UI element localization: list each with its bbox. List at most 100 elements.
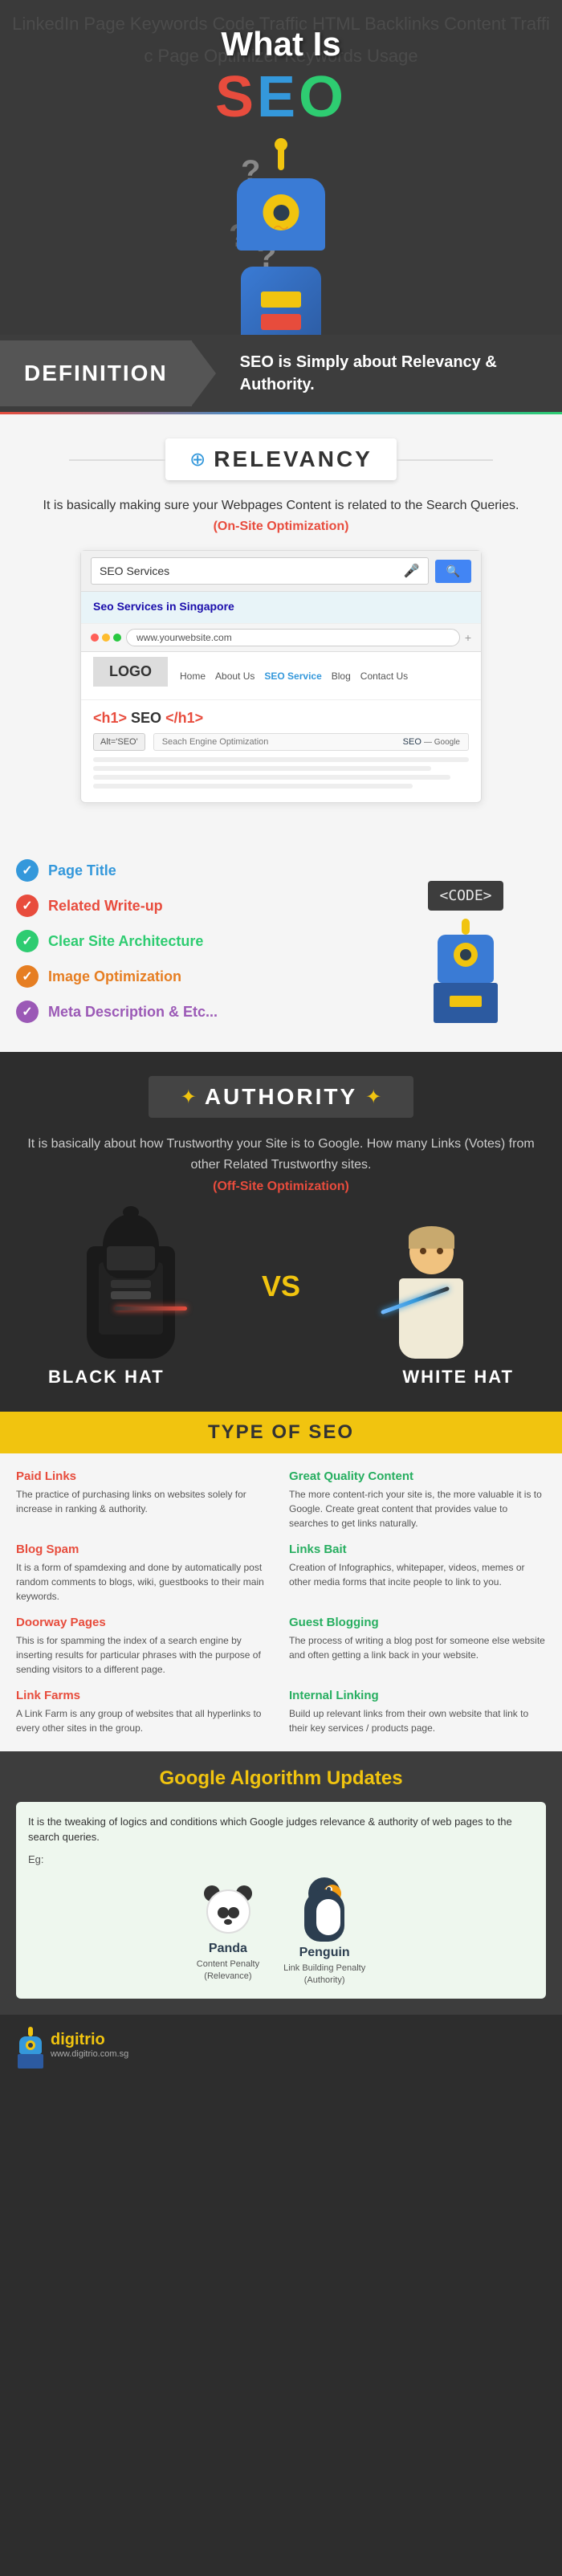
content-line-4	[93, 784, 413, 789]
seo-types-grid: Paid Links The practice of purchasing li…	[16, 1469, 546, 1735]
vs-container: VS	[16, 1214, 546, 1359]
guest-blogging-title: Guest Blogging	[289, 1616, 546, 1629]
url-bar[interactable]: www.yourwebsite.com	[126, 629, 460, 646]
relevancy-section: ⊕ RELEVANCY It is basically making sure …	[0, 414, 562, 843]
seo-type-internal-linking: Internal Linking Build up relevant links…	[289, 1689, 546, 1735]
seo-checklist: Page Title Related Write-up Clear Site A…	[16, 859, 369, 1036]
footer-url: www.digitrio.com.sg	[51, 2049, 128, 2059]
robot-antenna	[278, 146, 284, 170]
check-label-meta: Meta Description & Etc...	[48, 1004, 218, 1021]
maximize-dot	[113, 634, 121, 642]
check-item-5: Meta Description & Etc...	[16, 1001, 369, 1023]
hero-section: LinkedIn Page Keywords Code Traffic HTML…	[0, 0, 562, 335]
nav-about[interactable]: About Us	[215, 670, 255, 682]
definition-label-box: DEFINITION	[0, 340, 192, 406]
search-engine-bar: Seach Engine Optimization SEO — Google	[153, 733, 469, 751]
h1-close: </h1>	[165, 710, 203, 726]
robot-body	[241, 267, 321, 335]
target-icon: ⊕	[189, 448, 206, 471]
check-label-related: Related Write-up	[48, 898, 163, 915]
h1-open: <h1>	[93, 710, 127, 726]
doorway-title: Doorway Pages	[16, 1616, 273, 1629]
close-dot	[91, 634, 99, 642]
penguin-penalty: (Authority)	[283, 1975, 365, 1987]
star-icon-2: ✦	[365, 1086, 381, 1109]
check-item-4: Image Optimization	[16, 965, 369, 988]
black-hat-label: BLACK HAT	[48, 1367, 165, 1388]
blog-spam-desc: It is a form of spamdexing and done by a…	[16, 1560, 273, 1604]
internal-linking-desc: Build up relevant links from their own w…	[289, 1706, 546, 1735]
nav-seo-service[interactable]: SEO Service	[264, 670, 321, 682]
penguin-name: Penguin	[283, 1946, 365, 1960]
google-indicator: — Google	[424, 738, 460, 747]
minimize-dot	[102, 634, 110, 642]
white-hat-side	[316, 1214, 546, 1359]
authority-header: ✦ AUTHORITY ✦	[16, 1076, 546, 1118]
seo-type-link-farms: Link Farms A Link Farm is any group of w…	[16, 1689, 273, 1735]
logo-box: LOGO	[93, 657, 168, 687]
search-bar: SEO Services 🎤 🔍	[81, 551, 481, 592]
alt-tag-box: Alt='SEO'	[93, 733, 145, 751]
search-button[interactable]: 🔍	[435, 560, 471, 583]
definition-label: DEFINITION	[24, 361, 168, 386]
off-site-label: (Off-Site Optimization)	[16, 1180, 546, 1194]
luke-figure	[379, 1214, 483, 1359]
definition-section: DEFINITION SEO is Simply about Relevancy…	[0, 335, 562, 412]
algo-eg-label: Eg:	[28, 1853, 534, 1865]
result-link[interactable]: Seo Services in Singapore	[93, 600, 469, 613]
penguin-example: Penguin Link Building Penalty (Authority…	[283, 1877, 365, 1987]
seo-type-links-bait: Links Bait Creation of Infographics, whi…	[289, 1543, 546, 1604]
penguin-subtitle: Link Building Penalty	[283, 1963, 365, 1975]
code-tag-display: <CODE>	[428, 881, 503, 911]
paid-links-title: Paid Links	[16, 1469, 273, 1483]
panda-nose	[224, 1919, 232, 1925]
robot-head: 〜	[237, 178, 325, 251]
penguin-icon	[300, 1877, 348, 1942]
doorway-desc: This is for spamming the index of a sear…	[16, 1633, 273, 1677]
check-label-page-title: Page Title	[48, 862, 116, 879]
authority-title: AUTHORITY	[205, 1084, 357, 1110]
relevancy-title: RELEVANCY	[214, 446, 373, 472]
authority-section: ✦ AUTHORITY ✦ It is basically about how …	[0, 1052, 562, 1411]
guest-blogging-desc: The process of writing a blog post for s…	[289, 1633, 546, 1662]
nav-contact[interactable]: Contact Us	[360, 670, 408, 682]
nav-home[interactable]: Home	[180, 670, 206, 682]
microphone-icon: 🎤	[404, 563, 420, 579]
type-seo-banner: TYPE OF SEO	[0, 1412, 562, 1453]
content-lines	[93, 757, 469, 789]
panda-penalty: (Relevance)	[197, 1971, 259, 1983]
robot-character: ? ? ? ? 〜	[217, 138, 345, 299]
hat-labels: BLACK HAT WHITE HAT	[16, 1367, 546, 1388]
search-engine-text: Seach Engine Optimization	[162, 737, 269, 747]
code-robot	[426, 919, 506, 1015]
seo-type-doorway: Doorway Pages This is for spamming the i…	[16, 1616, 273, 1677]
robot-mustache: 〜	[273, 215, 289, 238]
link-farms-title: Link Farms	[16, 1689, 273, 1702]
black-hat-side	[16, 1214, 246, 1359]
add-tab-icon[interactable]: +	[465, 631, 471, 644]
relevancy-header: ⊕ RELEVANCY	[16, 438, 546, 480]
nav-blog[interactable]: Blog	[332, 670, 351, 682]
seo-type-blog-spam: Blog Spam It is a form of spamdexing and…	[16, 1543, 273, 1604]
algo-content: It is the tweaking of logics and conditi…	[16, 1802, 546, 1999]
algo-examples: Panda Content Penalty (Relevance) Pengui…	[28, 1869, 534, 1987]
definition-text-box: SEO is Simply about Relevancy & Authorit…	[216, 335, 562, 412]
check-label-clear: Clear Site Architecture	[48, 933, 203, 950]
definition-text: SEO is Simply about Relevancy & Authorit…	[240, 351, 538, 396]
links-bait-desc: Creation of Infographics, whitepaper, vi…	[289, 1560, 546, 1589]
seo-type-guest-blogging: Guest Blogging The process of writing a …	[289, 1616, 546, 1677]
panda-subtitle: Content Penalty	[197, 1958, 259, 1971]
search-input-mock: SEO Services 🎤	[91, 557, 429, 585]
h1-seo-text: SEO	[131, 710, 165, 726]
on-site-label: (On-Site Optimization)	[16, 520, 546, 534]
relevancy-title-box: ⊕ RELEVANCY	[165, 438, 397, 480]
content-line-1	[93, 757, 469, 762]
alt-tag-row: Alt='SEO' Seach Engine Optimization SEO …	[93, 733, 469, 751]
seo-type-paid-links: Paid Links The practice of purchasing li…	[16, 1469, 273, 1531]
penguin-body	[304, 1889, 344, 1942]
checklist-section: Page Title Related Write-up Clear Site A…	[0, 843, 562, 1052]
vs-label: VS	[246, 1270, 316, 1303]
seo-letter-o: O	[299, 65, 347, 129]
browser-content: <h1> SEO </h1> Alt='SEO' Seach Engine Op…	[81, 700, 481, 802]
darth-vader-figure	[75, 1214, 187, 1359]
